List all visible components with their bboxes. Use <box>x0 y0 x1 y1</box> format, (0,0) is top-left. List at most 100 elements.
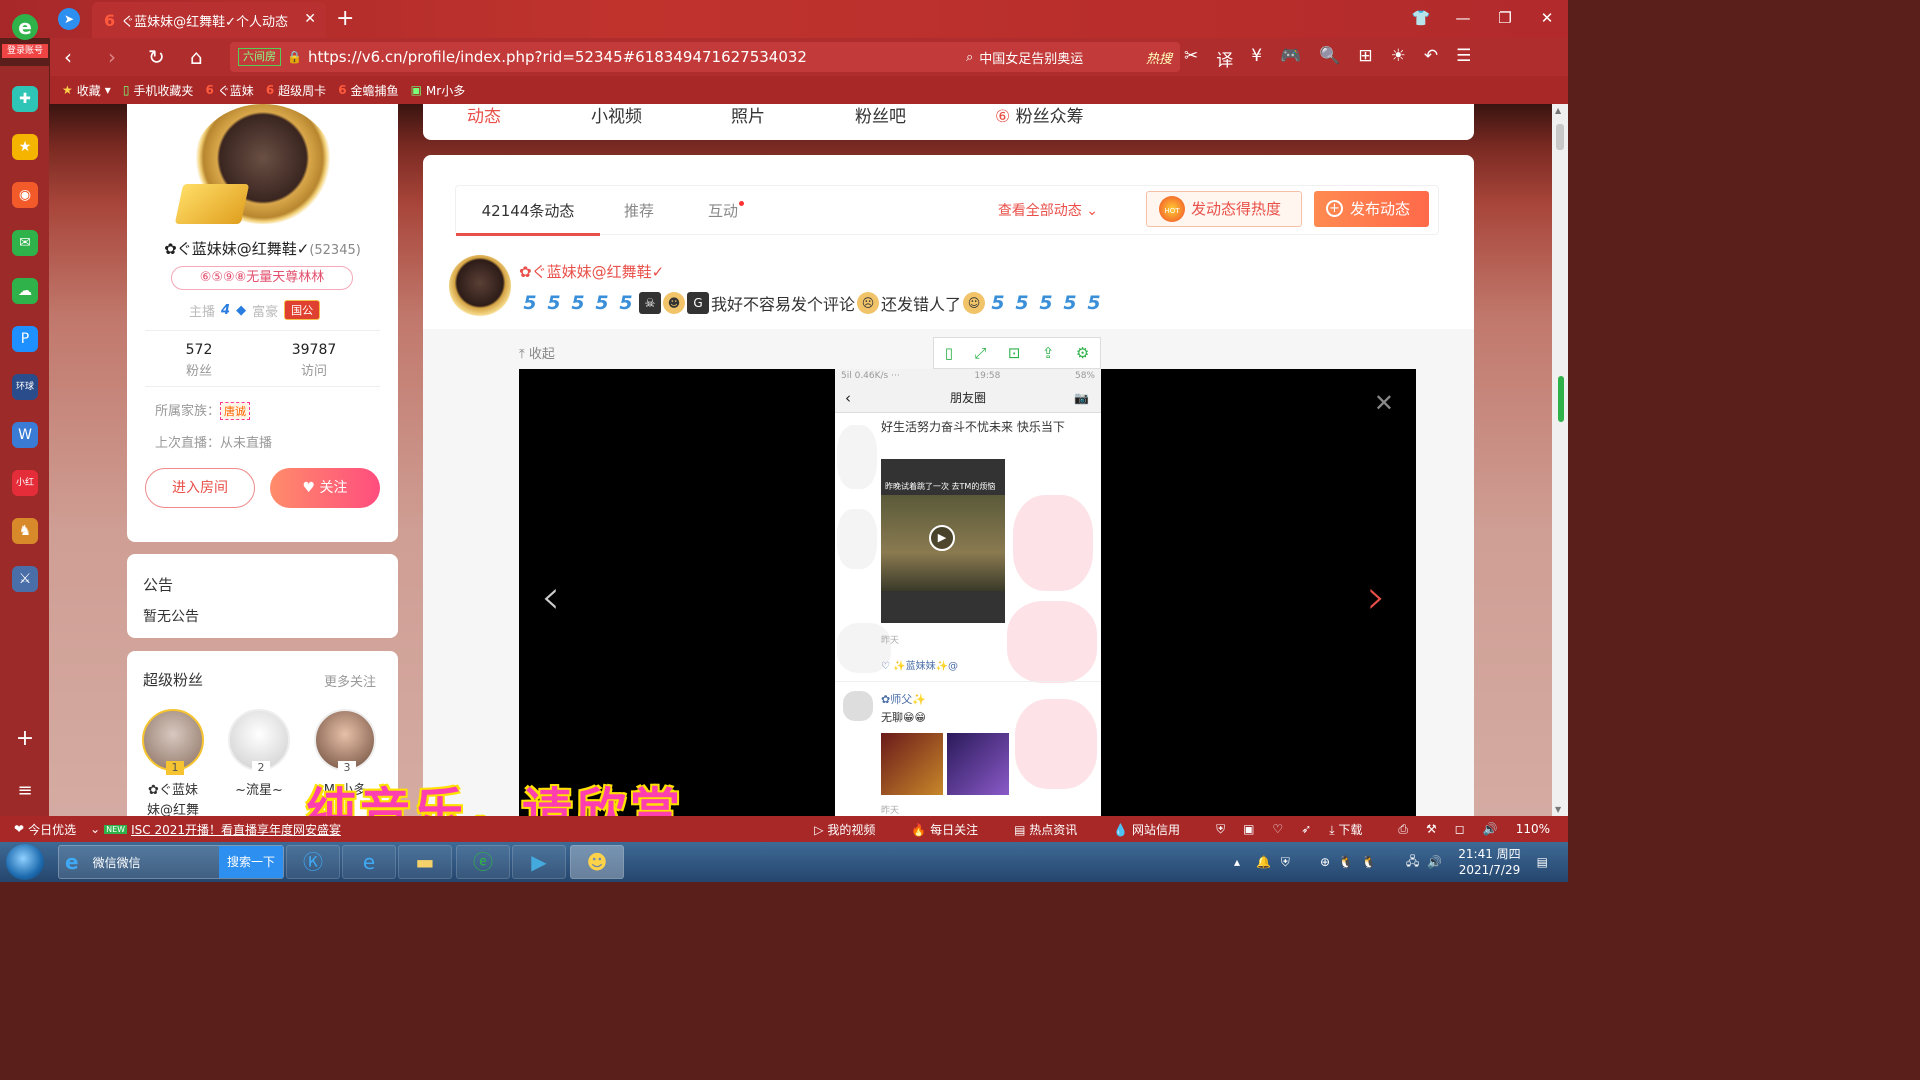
zoom-level[interactable]: 110% <box>1516 822 1550 836</box>
tab-recommend[interactable]: 推荐 <box>624 186 654 236</box>
game-icon[interactable]: 🎮 <box>1280 46 1301 71</box>
taskbar-browser-icon[interactable]: ⓔ <box>456 845 510 879</box>
sidebar-cloud-icon[interactable]: ☁ <box>12 278 38 304</box>
taskbar-active-app-icon[interactable]: ☻ <box>570 845 624 879</box>
sidebar-game2-icon[interactable]: ⚔ <box>12 566 38 592</box>
bookmark-lanmei[interactable]: 6 ぐ蓝妹 <box>205 82 253 99</box>
print-icon[interactable]: ⎙ <box>1398 822 1408 837</box>
sidebar-weibo-icon[interactable]: ◉ <box>12 182 38 208</box>
tray-plus-icon[interactable]: ⊕ <box>1320 855 1330 869</box>
scissors-icon[interactable]: ✂ <box>1184 46 1198 71</box>
original-size-icon[interactable]: ▯ <box>945 344 953 362</box>
view-all-posts-dropdown[interactable]: 查看全部动态 ⌄ <box>998 200 1098 220</box>
enter-room-button[interactable]: 进入房间 <box>145 468 255 508</box>
sidebar-game-icon[interactable]: ♞ <box>12 518 38 544</box>
tray-notification-icon[interactable]: ▤ <box>1537 855 1548 869</box>
volume-icon[interactable]: 🔊 <box>1483 822 1498 836</box>
taskbar-ie-icon[interactable]: e <box>342 845 396 879</box>
refresh-icon[interactable]: ↻ <box>148 45 165 69</box>
sidebar-list-icon[interactable]: ≡ <box>12 778 38 804</box>
translate-icon[interactable]: 译 <box>1216 46 1233 71</box>
menu-icon[interactable]: ☰ <box>1456 46 1471 71</box>
tab-profile[interactable]: 6 ぐ蓝妹妹@红舞鞋✓个人动态 ✕ <box>92 2 326 38</box>
status-site-credit[interactable]: 💧 网站信用 <box>1113 821 1198 838</box>
tab-crowdfunding[interactable]: ⑥ 粉丝众筹 <box>995 104 1084 127</box>
url-field[interactable]: 六间房 🔒 https://v6.cn/profile/index.php?ri… <box>230 42 990 72</box>
publish-post-button[interactable]: + 发布动态 <box>1314 191 1429 227</box>
viewer-close-icon[interactable]: ✕ <box>1374 389 1394 417</box>
settings-icon[interactable]: ⚙ <box>1076 344 1089 362</box>
coin-icon[interactable]: ¥ <box>1251 46 1262 71</box>
bookmark-favorites[interactable]: ★ 收藏 ▾ <box>62 82 111 99</box>
tray-shield-icon[interactable]: ⛨ <box>1281 855 1290 870</box>
status-download[interactable]: ⤓ 下载 <box>1329 821 1380 838</box>
magnifier-icon[interactable]: 🔍 <box>1319 46 1340 71</box>
login-button[interactable]: 登录账号 <box>2 44 48 58</box>
taskbar-folder-icon[interactable]: ▬ <box>398 845 452 879</box>
tray-volume-icon[interactable]: 🔊 <box>1427 855 1442 869</box>
close-window-button[interactable]: ✕ <box>1526 0 1568 36</box>
news-ticker[interactable]: ⌄ NEW ISC 2021开播！看直播享年度网安盛宴 <box>90 821 341 838</box>
follow-button[interactable]: ♥ 关注 <box>270 468 380 508</box>
status-hot-news[interactable]: ▤ 热点资讯 <box>1014 821 1095 838</box>
post-author-name[interactable]: ✿ぐ蓝妹妹@红舞鞋✓ <box>519 261 664 282</box>
taskbar-search-button[interactable]: 搜索一下 <box>218 846 283 878</box>
image-icon[interactable]: ▣ <box>1243 822 1254 836</box>
tab-interaction[interactable]: 互动 <box>708 186 745 236</box>
taskbar-k-app-icon[interactable]: Ⓚ <box>286 845 340 879</box>
undo-icon[interactable]: ↶ <box>1424 46 1438 71</box>
bookmark-mrxiaoduo[interactable]: ▣ Mr小多 <box>411 82 466 99</box>
tab-photos[interactable]: 照片 <box>731 104 765 127</box>
restore-button[interactable]: ❐ <box>1484 0 1526 36</box>
tray-qq-icon[interactable]: 🐧 <box>1338 855 1353 869</box>
share-icon[interactable]: ⇪ <box>1042 344 1055 362</box>
sidebar-news-icon[interactable]: 环球 <box>12 374 38 400</box>
tray-qq2-icon[interactable]: 🐧 <box>1361 855 1376 869</box>
fit-screen-icon[interactable]: ⊡ <box>1008 344 1021 362</box>
search-input[interactable]: ⌕ 中国女足告别奥运 热搜 <box>956 42 1180 72</box>
shield-icon[interactable]: ⛨ <box>1216 822 1225 837</box>
prev-arrow-icon[interactable]: ‹ <box>541 569 560 625</box>
tab-feed[interactable]: 动态 <box>467 104 501 127</box>
tab-all-posts[interactable]: 42144条动态 <box>456 186 600 236</box>
tab-fan-club[interactable]: 粉丝吧 <box>855 104 906 127</box>
hot-post-button[interactable]: HOT 发动态得热度 <box>1146 191 1302 227</box>
start-button[interactable] <box>6 844 44 880</box>
navigation-icon[interactable]: ➤ <box>58 8 80 30</box>
next-arrow-icon[interactable]: › <box>1367 569 1386 625</box>
scroll-up-icon[interactable]: ▲ <box>1555 106 1561 115</box>
fan-item[interactable]: 1 ✿ぐ蓝妹 妹@红舞 <box>141 709 205 816</box>
scroll-down-icon[interactable]: ▼ <box>1555 805 1561 814</box>
sidebar-p-icon[interactable]: P <box>12 326 38 352</box>
taskbar-search[interactable]: e 微信微信 搜索一下 <box>58 845 284 879</box>
rocket-icon[interactable]: ➶ <box>1301 822 1311 836</box>
back-icon[interactable]: ‹ <box>64 45 72 69</box>
image-viewer[interactable]: 5il 0.46K/s ··· 19:58 58% ‹ 朋友圈 📷 好生活努力奋… <box>519 369 1416 816</box>
bookmark-weekcard[interactable]: 6 超级周卡 <box>266 82 326 99</box>
family-tag[interactable]: 唐诚 <box>220 402 251 420</box>
tray-bell-icon[interactable]: 🔔 <box>1256 855 1271 869</box>
tab-short-video[interactable]: 小视频 <box>591 104 642 127</box>
bookmark-fishing[interactable]: 6 金蟾捕鱼 <box>338 82 398 99</box>
tab-close-icon[interactable]: ✕ <box>304 11 316 27</box>
collapse-button[interactable]: ⤒ 收起 <box>519 343 555 362</box>
forward-icon[interactable]: › <box>108 45 116 69</box>
post-author-avatar[interactable] <box>449 255 511 317</box>
sidebar-mail-icon[interactable]: ✉ <box>12 230 38 256</box>
browser-logo[interactable]: e 登录账号 <box>0 0 50 66</box>
status-my-video[interactable]: ▷ 我的视频 <box>814 821 893 838</box>
fans-stat[interactable]: 572 粉丝 <box>139 342 259 379</box>
page-scrollbar[interactable]: ▲ ▼ <box>1552 104 1568 816</box>
grid-icon[interactable]: ⊞ <box>1358 46 1372 71</box>
tray-expand-icon[interactable]: ▴ <box>1234 855 1240 869</box>
fan-item[interactable]: 2 ~流星~ <box>227 709 291 801</box>
taskbar-clock[interactable]: 21:41 周四 2021/7/29 <box>1458 846 1520 878</box>
more-follows-link[interactable]: 更多关注 <box>324 671 376 690</box>
new-tab-button[interactable]: + <box>336 6 354 31</box>
fullscreen-icon[interactable]: ⤢ <box>974 344 986 362</box>
side-handle[interactable] <box>1558 376 1564 422</box>
window-icon[interactable]: ◻ <box>1455 822 1465 836</box>
scroll-thumb[interactable] <box>1556 124 1564 150</box>
sidebar-add-icon[interactable]: + <box>12 726 38 752</box>
taskbar-player-icon[interactable]: ▶ <box>512 845 566 879</box>
